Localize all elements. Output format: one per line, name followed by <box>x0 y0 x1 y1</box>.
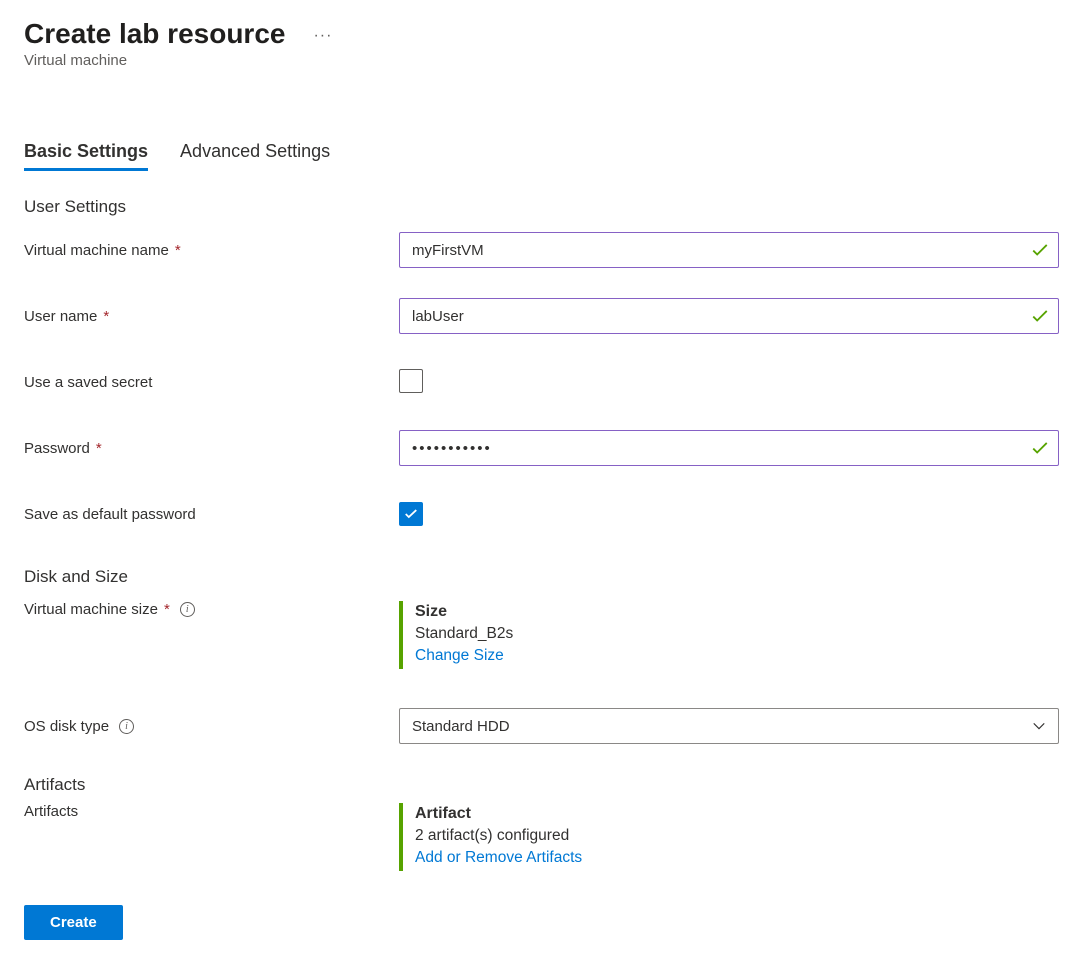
os-disk-type-value: Standard HDD <box>412 718 510 735</box>
username-label: User name <box>24 308 97 325</box>
tab-basic-settings[interactable]: Basic Settings <box>24 141 148 171</box>
create-button[interactable]: Create <box>24 905 123 940</box>
required-indicator: * <box>175 242 181 259</box>
section-disk-and-size: Disk and Size <box>24 567 1064 587</box>
password-input[interactable] <box>399 430 1059 466</box>
save-default-password-label: Save as default password <box>24 506 196 523</box>
required-indicator: * <box>164 601 170 618</box>
valid-check-icon <box>1031 307 1049 325</box>
tabs: Basic Settings Advanced Settings <box>24 141 1064 171</box>
section-user-settings: User Settings <box>24 197 1064 217</box>
info-icon[interactable]: i <box>119 719 134 734</box>
section-artifacts: Artifacts <box>24 775 1064 795</box>
os-disk-type-label: OS disk type <box>24 718 109 735</box>
vm-name-label: Virtual machine name <box>24 242 169 259</box>
add-remove-artifacts-link[interactable]: Add or Remove Artifacts <box>415 849 1059 867</box>
change-size-link[interactable]: Change Size <box>415 647 1059 665</box>
required-indicator: * <box>96 440 102 457</box>
use-saved-secret-label: Use a saved secret <box>24 374 152 391</box>
valid-check-icon <box>1031 439 1049 457</box>
required-indicator: * <box>103 308 109 325</box>
page-title: Create lab resource <box>24 18 285 50</box>
os-disk-type-select[interactable]: Standard HDD <box>399 708 1059 744</box>
valid-check-icon <box>1031 241 1049 259</box>
artifacts-count: 2 artifact(s) configured <box>415 827 1059 845</box>
chevron-down-icon <box>1032 719 1046 733</box>
info-icon[interactable]: i <box>180 602 195 617</box>
username-input[interactable] <box>399 298 1059 334</box>
page-subtitle: Virtual machine <box>24 52 1064 69</box>
artifacts-label: Artifacts <box>24 803 78 820</box>
password-label: Password <box>24 440 90 457</box>
vm-size-card-title: Size <box>415 603 1059 621</box>
vm-size-value: Standard_B2s <box>415 625 1059 643</box>
vm-name-input[interactable] <box>399 232 1059 268</box>
artifacts-card-title: Artifact <box>415 805 1059 823</box>
artifacts-card: Artifact 2 artifact(s) configured Add or… <box>399 803 1059 871</box>
vm-size-card: Size Standard_B2s Change Size <box>399 601 1059 669</box>
vm-size-label: Virtual machine size <box>24 601 158 618</box>
use-saved-secret-checkbox[interactable] <box>399 369 423 393</box>
more-actions-icon[interactable]: ··· <box>313 27 332 45</box>
tab-advanced-settings[interactable]: Advanced Settings <box>180 141 330 171</box>
save-default-password-checkbox[interactable] <box>399 502 423 526</box>
